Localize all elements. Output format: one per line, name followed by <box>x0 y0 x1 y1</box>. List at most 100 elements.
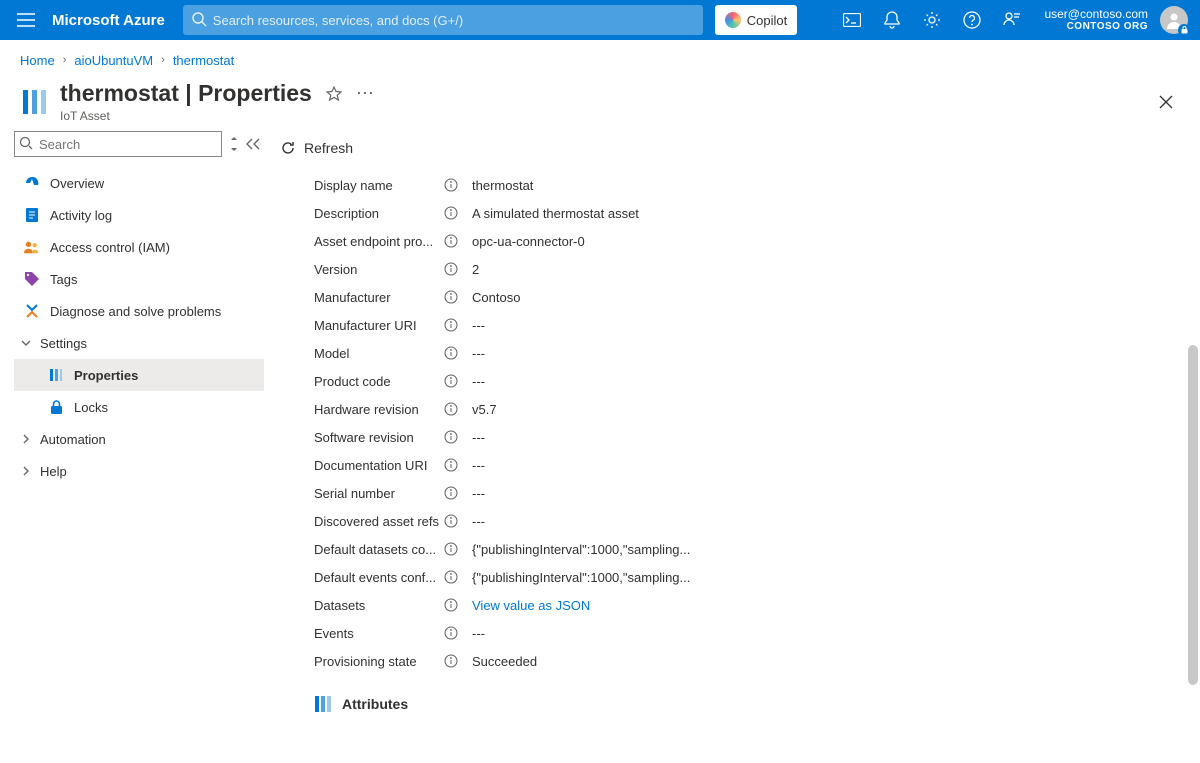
info-icon[interactable] <box>444 654 458 668</box>
feedback-button[interactable] <box>992 0 1032 40</box>
sidebar-item-diagnose[interactable]: Diagnose and solve problems <box>14 295 264 327</box>
prop-label: Provisioning state <box>314 654 442 669</box>
info-icon[interactable] <box>444 570 458 584</box>
chevron-right-icon <box>20 433 32 445</box>
scrollbar-track[interactable] <box>1186 125 1200 753</box>
breadcrumb-asset[interactable]: thermostat <box>173 53 234 68</box>
nav-label: Overview <box>50 176 104 191</box>
sidebar-search-input[interactable] <box>14 131 222 157</box>
close-blade-button[interactable] <box>1158 94 1174 110</box>
info-icon[interactable] <box>444 318 458 332</box>
prop-value: 2 <box>472 262 479 277</box>
page-title: thermostat | Properties <box>60 80 312 107</box>
main-columns: Overview Activity log Access control (IA… <box>0 125 1200 763</box>
nav-label: Help <box>40 464 67 479</box>
chevron-right-icon <box>20 465 32 477</box>
expand-icon <box>228 137 240 151</box>
prop-label: Discovered asset refs <box>314 514 442 529</box>
sidebar-item-iam[interactable]: Access control (IAM) <box>14 231 264 263</box>
prop-label: Events <box>314 626 442 641</box>
prop-label: Software revision <box>314 430 442 445</box>
info-icon[interactable] <box>444 598 458 612</box>
sidebar-section-settings[interactable]: Settings <box>14 327 264 359</box>
properties-icon <box>48 367 64 383</box>
prop-label: Manufacturer <box>314 290 442 305</box>
feedback-icon <box>1003 11 1021 29</box>
user-area[interactable]: user@contoso.com CONTOSO ORG <box>1032 8 1154 32</box>
help-icon <box>963 11 981 29</box>
scrollbar-thumb[interactable] <box>1188 345 1198 685</box>
prop-row-product-code: Product code --- <box>314 367 1190 395</box>
prop-value: Succeeded <box>472 654 537 669</box>
prop-label: Display name <box>314 178 442 193</box>
refresh-icon <box>280 140 296 156</box>
prop-row-disc-refs: Discovered asset refs --- <box>314 507 1190 535</box>
info-icon[interactable] <box>444 626 458 640</box>
info-icon[interactable] <box>444 430 458 444</box>
global-search-input[interactable] <box>183 5 703 35</box>
prop-value: v5.7 <box>472 402 497 417</box>
info-icon[interactable] <box>444 346 458 360</box>
sidebar-item-overview[interactable]: Overview <box>14 167 264 199</box>
prop-row-version: Version 2 <box>314 255 1190 283</box>
global-search-wrap <box>183 5 703 35</box>
sidebar-section-automation[interactable]: Automation <box>14 423 264 455</box>
favorite-button[interactable] <box>326 86 342 102</box>
bell-icon <box>884 11 900 29</box>
copilot-label: Copilot <box>747 13 787 28</box>
view-json-link[interactable]: View value as JSON <box>472 598 590 613</box>
prop-value: opc-ua-connector-0 <box>472 234 585 249</box>
info-icon[interactable] <box>444 178 458 192</box>
sidebar-item-tags[interactable]: Tags <box>14 263 264 295</box>
info-icon[interactable] <box>444 262 458 276</box>
prop-row-endpoint: Asset endpoint pro... opc-ua-connector-0 <box>314 227 1190 255</box>
prop-row-sw-rev: Software revision --- <box>314 423 1190 451</box>
prop-label: Default datasets co... <box>314 542 442 557</box>
section-title: Attributes <box>342 696 408 712</box>
info-icon[interactable] <box>444 542 458 556</box>
prop-value: --- <box>472 626 485 641</box>
info-icon[interactable] <box>444 458 458 472</box>
sidebar-expand-button[interactable] <box>228 133 240 155</box>
sidebar-collapse-button[interactable] <box>246 133 260 155</box>
notifications-button[interactable] <box>872 0 912 40</box>
help-button[interactable] <box>952 0 992 40</box>
info-icon[interactable] <box>444 374 458 388</box>
prop-row-model: Model --- <box>314 339 1190 367</box>
refresh-button[interactable]: Refresh <box>280 140 353 156</box>
prop-row-doc-uri: Documentation URI --- <box>314 451 1190 479</box>
settings-button[interactable] <box>912 0 952 40</box>
prop-label: Hardware revision <box>314 402 442 417</box>
prop-value: A simulated thermostat asset <box>472 206 639 221</box>
info-icon[interactable] <box>444 234 458 248</box>
hamburger-menu[interactable] <box>6 0 46 40</box>
brand-label[interactable]: Microsoft Azure <box>46 12 183 29</box>
breadcrumb: Home › aioUbuntuVM › thermostat <box>0 40 1200 74</box>
info-icon[interactable] <box>444 402 458 416</box>
info-icon[interactable] <box>444 290 458 304</box>
sidebar-section-help[interactable]: Help <box>14 455 264 487</box>
more-button[interactable]: ⋯ <box>356 83 374 104</box>
breadcrumb-vm[interactable]: aioUbuntuVM <box>74 53 153 68</box>
sidebar: Overview Activity log Access control (IA… <box>0 125 264 763</box>
breadcrumb-home[interactable]: Home <box>20 53 55 68</box>
info-icon[interactable] <box>444 206 458 220</box>
sidebar-item-activity-log[interactable]: Activity log <box>14 199 264 231</box>
sidebar-item-properties[interactable]: Properties <box>14 359 264 391</box>
search-icon <box>191 11 207 27</box>
avatar[interactable] <box>1160 6 1188 34</box>
topbar: Microsoft Azure Copilot user@contoso.com… <box>0 0 1200 40</box>
info-icon[interactable] <box>444 486 458 500</box>
sidebar-nav: Overview Activity log Access control (IA… <box>14 167 264 487</box>
star-icon <box>326 86 342 102</box>
cloud-shell-icon <box>843 13 861 27</box>
nav-label: Settings <box>40 336 87 351</box>
prop-row-description: Description A simulated thermostat asset <box>314 199 1190 227</box>
cloud-shell-button[interactable] <box>832 0 872 40</box>
prop-value: Contoso <box>472 290 520 305</box>
page-subtitle: IoT Asset <box>60 109 374 123</box>
sidebar-item-locks[interactable]: Locks <box>14 391 264 423</box>
copilot-button[interactable]: Copilot <box>715 5 797 35</box>
info-icon[interactable] <box>444 514 458 528</box>
prop-label: Asset endpoint pro... <box>314 234 442 249</box>
